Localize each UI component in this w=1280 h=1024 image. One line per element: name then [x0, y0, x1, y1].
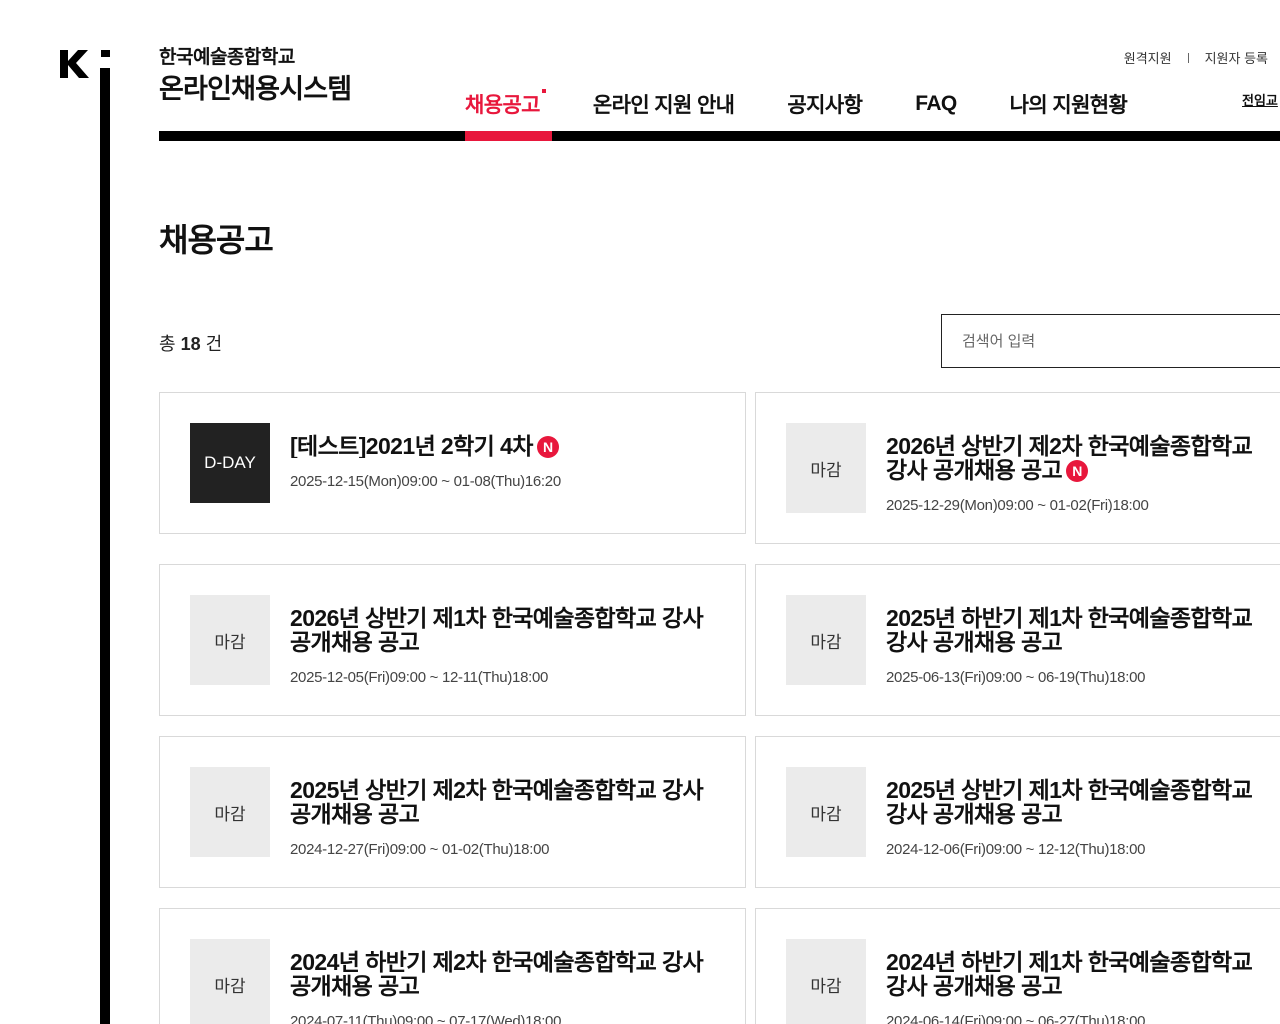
search-box: [941, 314, 1280, 368]
nav-item-notices[interactable]: 공지사항: [787, 89, 862, 119]
posting-date: 2024-06-14(Fri)09:00 ~ 06-27(Thu)18:00: [886, 1013, 1146, 1024]
brand-title[interactable]: 한국예술종합학교 온라인채용시스템: [159, 46, 352, 106]
posting-card[interactable]: 마감 2025년 하반기 제1차 한국예술종합학교 강사 공개채용 공고 202…: [755, 564, 1280, 716]
main-nav: 채용공고 온라인 지원 안내 공지사항 FAQ 나의 지원현황 전임교: [465, 84, 1278, 124]
status-badge: 마감: [190, 595, 270, 685]
status-badge: D-DAY: [190, 423, 270, 503]
posting-card[interactable]: 마감 2026년 상반기 제1차 한국예술종합학교 강사 공개채용 공고 202…: [159, 564, 746, 716]
posting-date: 2025-06-13(Fri)09:00 ~ 06-19(Thu)18:00: [886, 669, 1146, 686]
posting-date: 2025-12-15(Mon)09:00 ~ 01-08(Thu)16:20: [290, 473, 561, 490]
nav-underline: [159, 131, 1280, 141]
status-badge: 마감: [786, 767, 866, 857]
status-badge: 마감: [190, 939, 270, 1024]
posting-title: 2024년 하반기 제2차 한국예술종합학교 강사 공개채용 공고: [290, 950, 704, 998]
brand-rail: [100, 68, 110, 1024]
status-badge: 마감: [786, 595, 866, 685]
result-count: 총 18 건: [159, 330, 222, 356]
posting-title: 2024년 하반기 제1차 한국예술종합학교 강사 공개채용 공고: [886, 950, 1253, 998]
posting-title: 2025년 상반기 제2차 한국예술종합학교 강사 공개채용 공고: [290, 778, 704, 826]
nav-item-faq[interactable]: FAQ: [915, 92, 957, 116]
nav-item-online-apply-guide[interactable]: 온라인 지원 안내: [593, 89, 735, 119]
posting-card[interactable]: 마감 2024년 하반기 제2차 한국예술종합학교 강사 공개채용 공고 202…: [159, 908, 746, 1024]
count-value: 18: [180, 334, 201, 354]
posting-date: 2024-07-11(Thu)09:00 ~ 07-17(Wed)18:00: [290, 1013, 562, 1024]
page-title: 채용공고: [159, 222, 274, 258]
util-divider: [1187, 52, 1189, 63]
posting-date: 2024-12-06(Fri)09:00 ~ 12-12(Thu)18:00: [886, 841, 1146, 858]
remote-support-link[interactable]: 원격지원: [1124, 48, 1172, 67]
new-badge-icon: N: [1066, 460, 1089, 482]
nav-item-job-postings[interactable]: 채용공고: [465, 89, 546, 119]
posting-card[interactable]: 마감 2024년 하반기 제1차 한국예술종합학교 강사 공개채용 공고 202…: [755, 908, 1280, 1024]
posting-date: 2024-12-27(Fri)09:00 ~ 01-02(Thu)18:00: [290, 841, 550, 858]
posting-date: 2025-12-29(Mon)09:00 ~ 01-02(Fri)18:00: [886, 497, 1149, 514]
posting-card[interactable]: 마감 2025년 상반기 제2차 한국예술종합학교 강사 공개채용 공고 202…: [159, 736, 746, 888]
posting-card[interactable]: D-DAY [테스트]2021년 2학기 4차 N 2025-12-15(Mon)…: [159, 392, 746, 534]
posting-title-text: [테스트]2021년 2학기 4차: [290, 434, 533, 458]
nav-item-my-applications[interactable]: 나의 지원현황: [1010, 89, 1128, 119]
utility-links: 원격지원 지원자 등록: [1124, 48, 1268, 67]
posting-title: [테스트]2021년 2학기 4차 N: [290, 434, 725, 458]
status-badge: 마감: [786, 423, 866, 513]
applicant-register-link[interactable]: 지원자 등록: [1205, 48, 1268, 67]
posting-title: 2025년 하반기 제1차 한국예술종합학교 강사 공개채용 공고: [886, 606, 1253, 654]
nav-active-indicator: [465, 131, 552, 141]
posting-title: 2026년 상반기 제1차 한국예술종합학교 강사 공개채용 공고: [290, 606, 704, 654]
new-badge-icon: N: [536, 436, 559, 458]
status-badge: 마감: [190, 767, 270, 857]
posting-date: 2025-12-05(Fri)09:00 ~ 12-11(Thu)18:00: [290, 669, 549, 686]
brand-subtitle: 한국예술종합학교: [159, 47, 295, 68]
brand-main-title: 온라인채용시스템: [159, 74, 352, 104]
posting-card[interactable]: 마감 2025년 상반기 제1차 한국예술종합학교 강사 공개채용 공고 202…: [755, 736, 1280, 888]
posting-title: 2026년 상반기 제2차 한국예술종합학교 강사 공개채용 공고 N: [886, 434, 1280, 482]
posting-card[interactable]: 마감 2026년 상반기 제2차 한국예술종합학교 강사 공개채용 공고 N 20…: [755, 392, 1280, 544]
count-prefix: 총: [159, 334, 176, 354]
posting-title: 2025년 상반기 제1차 한국예술종합학교 강사 공개채용 공고: [886, 778, 1253, 826]
status-badge: 마감: [786, 939, 866, 1024]
search-input[interactable]: [942, 315, 1280, 367]
nav-extra-link[interactable]: 전임교: [1242, 90, 1278, 109]
count-suffix: 건: [205, 334, 223, 354]
